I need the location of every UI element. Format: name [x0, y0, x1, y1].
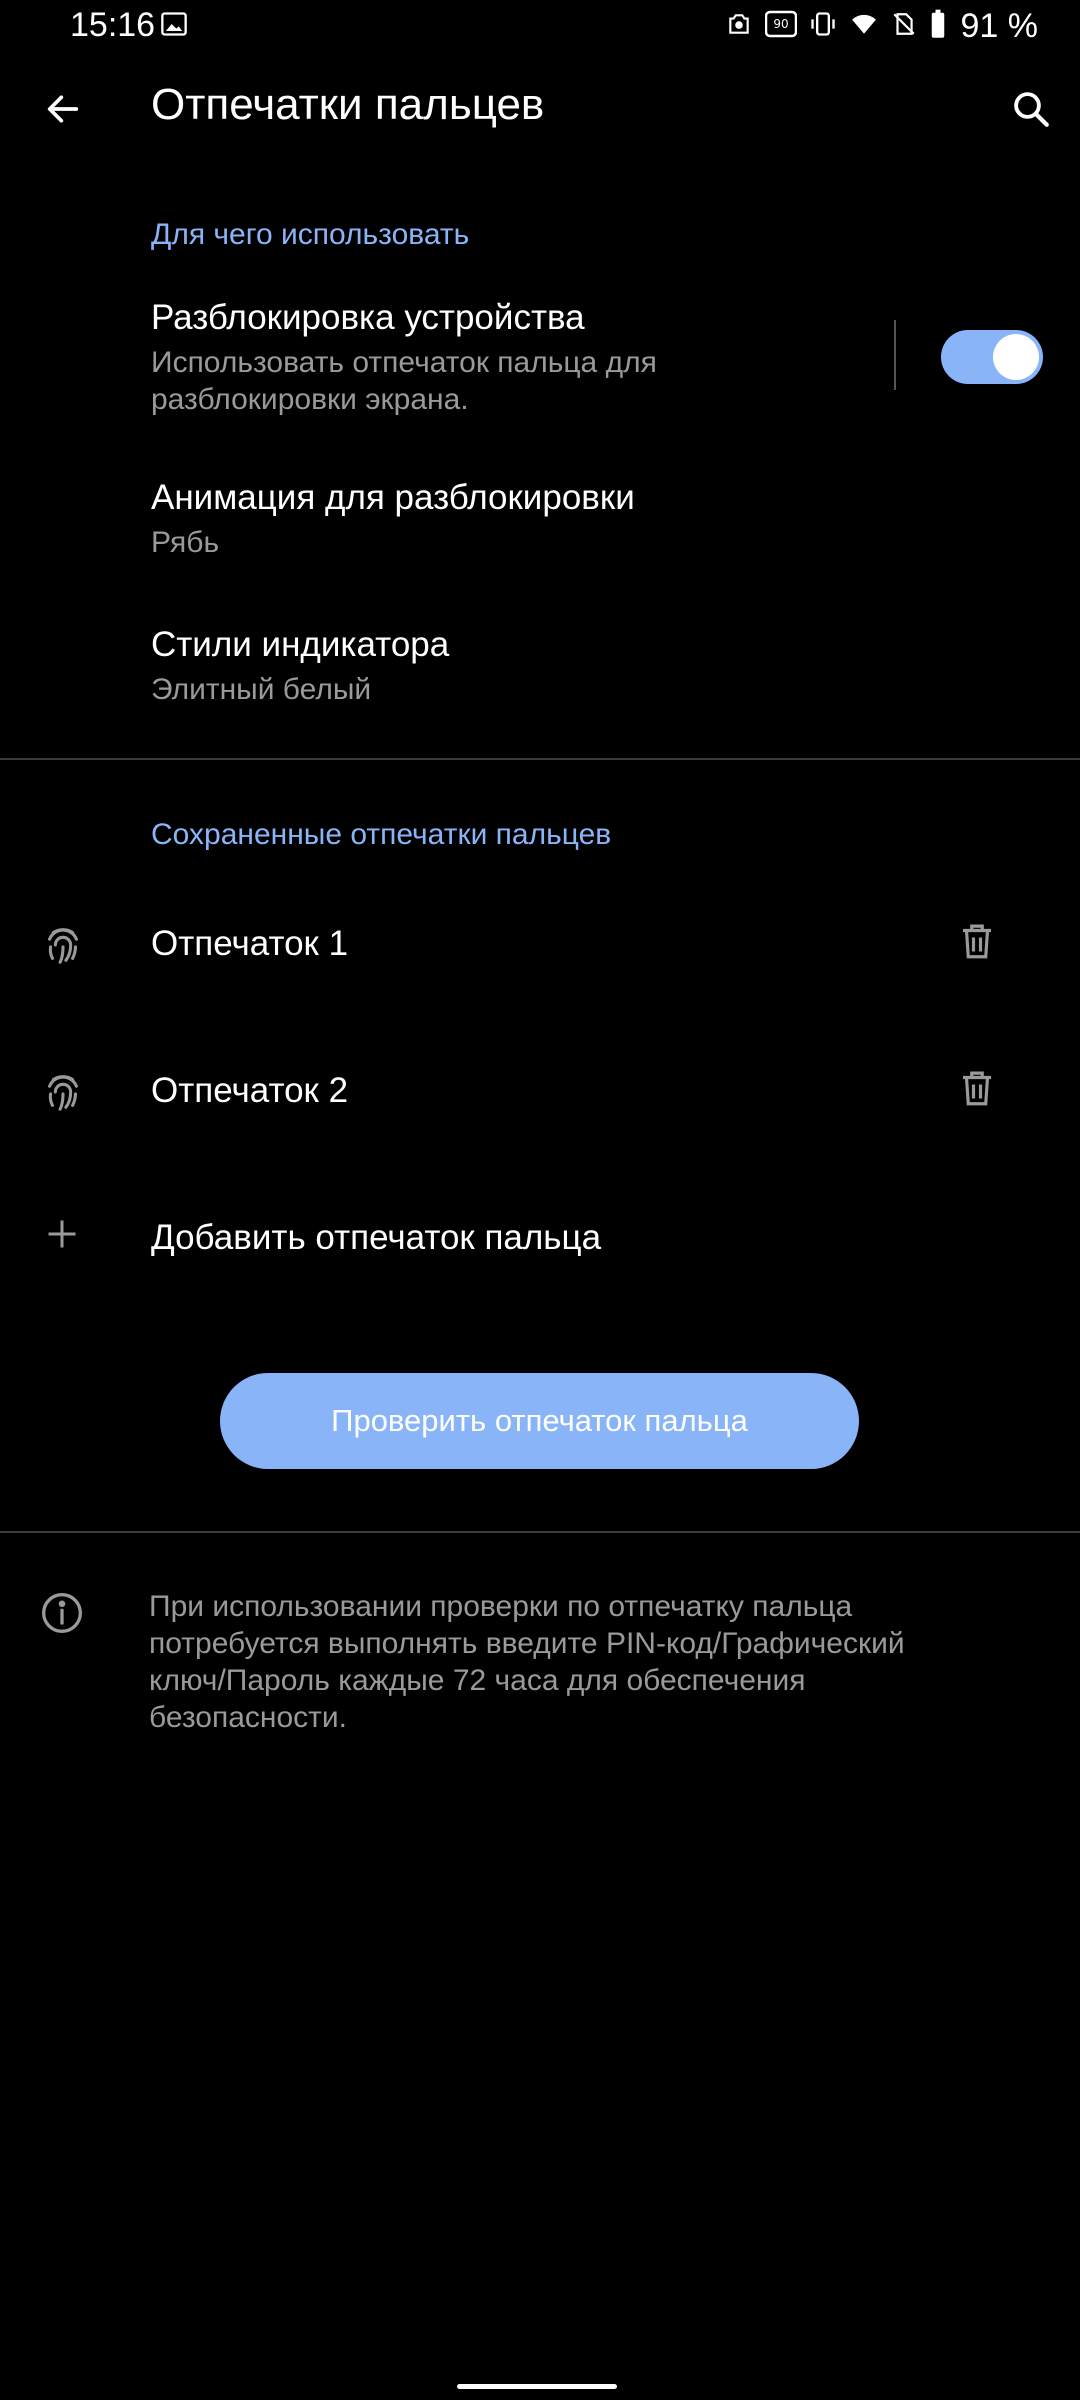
fingerprint-icon: [40, 922, 86, 973]
section-header-usage: Для чего использовать: [151, 218, 470, 251]
battery-percent: 91 %: [960, 6, 1039, 45]
fingerprint-icon: [40, 1069, 86, 1120]
divider: [0, 758, 1080, 760]
info-text: При использовании проверки по отпечатку …: [149, 1588, 1009, 1736]
unlock-device-title: Разблокировка устройства: [151, 298, 585, 337]
refresh-rate-icon: 90: [764, 10, 797, 43]
status-icons: 90 91 %: [725, 6, 1039, 45]
delete-fingerprint-1-button[interactable]: [956, 918, 1006, 970]
trash-icon: [956, 924, 998, 968]
arrow-back-icon: [43, 89, 83, 134]
add-fingerprint-item[interactable]: Добавить отпечаток пальца: [0, 1194, 1080, 1284]
page-title: Отпечатки пальцев: [151, 80, 545, 129]
unlock-animation-item[interactable]: Анимация для разблокировки Рябь: [0, 470, 1080, 570]
info-line-4: безопасности.: [149, 1701, 347, 1734]
toggle-knob: [993, 334, 1039, 380]
wifi-icon: [849, 11, 879, 42]
fingerprint-label: Отпечаток 2: [151, 1071, 349, 1110]
vibrate-icon: [809, 10, 837, 43]
search-button[interactable]: [996, 76, 1066, 146]
info-line-2: потребуется выполнять введите PIN-код/Гр…: [149, 1627, 905, 1660]
unlock-animation-title: Анимация для разблокировки: [151, 478, 635, 517]
svg-text:90: 90: [773, 17, 788, 31]
unlock-device-subtitle-2: разблокировки экрана.: [151, 383, 469, 416]
info-line-3: ключ/Пароль каждые 72 часа для обеспечен…: [149, 1664, 806, 1697]
battery-icon: [929, 9, 947, 44]
fingerprint-item-2[interactable]: Отпечаток 2: [0, 1047, 1080, 1137]
unlock-animation-value: Рябь: [151, 526, 220, 559]
search-icon: [1010, 88, 1052, 135]
indicator-style-value: Элитный белый: [151, 673, 372, 706]
gallery-notification-icon: [160, 10, 188, 43]
fingerprint-item-1[interactable]: Отпечаток 1: [0, 900, 1080, 990]
back-button[interactable]: [28, 76, 98, 146]
unlock-device-item[interactable]: Разблокировка устройства Использовать от…: [0, 290, 880, 430]
no-sim-icon: [891, 10, 917, 43]
unlock-device-subtitle-1: Использовать отпечаток пальца для: [151, 346, 657, 379]
info-line-1: При использовании проверки по отпечатку …: [149, 1590, 853, 1623]
indicator-style-title: Стили индикатора: [151, 625, 450, 664]
indicator-style-item[interactable]: Стили индикатора Элитный белый: [0, 617, 1080, 717]
status-time: 15:16: [70, 6, 156, 44]
verify-fingerprint-button[interactable]: Проверить отпечаток пальца: [220, 1373, 859, 1469]
trash-icon: [956, 1071, 998, 1115]
unlock-device-toggle[interactable]: [941, 330, 1043, 384]
add-fingerprint-label: Добавить отпечаток пальца: [151, 1218, 602, 1257]
section-header-saved: Сохраненные отпечатки пальцев: [151, 818, 612, 851]
plus-icon: [44, 1216, 80, 1257]
divider: [0, 1531, 1080, 1533]
home-indicator[interactable]: [457, 2384, 617, 2389]
toggle-separator: [894, 320, 896, 390]
camera-icon: [725, 11, 753, 42]
delete-fingerprint-2-button[interactable]: [956, 1065, 1006, 1117]
info-icon: [40, 1591, 84, 1640]
fingerprint-label: Отпечаток 1: [151, 924, 349, 963]
